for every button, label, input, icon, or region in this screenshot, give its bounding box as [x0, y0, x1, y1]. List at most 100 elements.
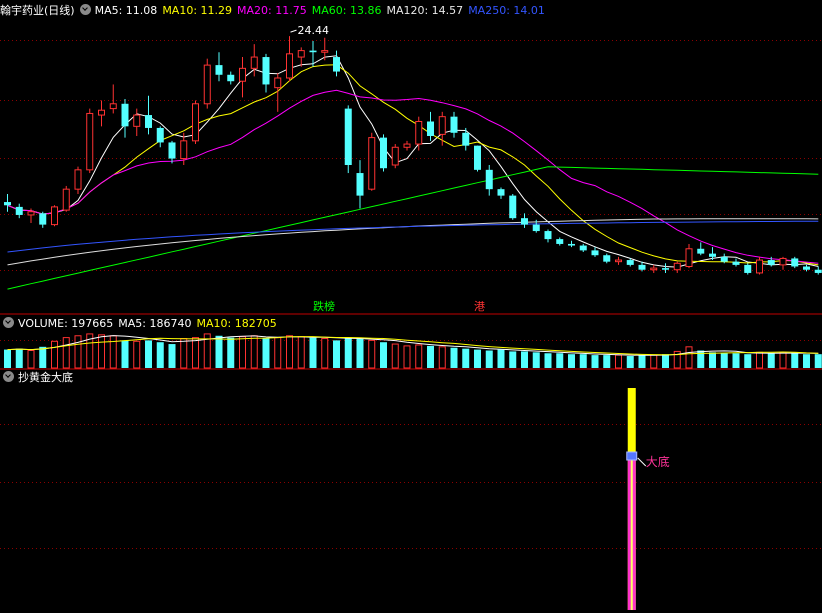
volume-bar	[462, 348, 470, 368]
signal-bar-core	[630, 456, 633, 610]
volume-bar	[391, 343, 399, 369]
candle-body	[791, 258, 799, 267]
volume-bar	[321, 338, 329, 369]
candle-body	[262, 57, 270, 85]
indicator-chevron-icon[interactable]	[3, 371, 14, 382]
volume-bar	[98, 334, 105, 369]
candle-body	[356, 173, 364, 196]
event-tag: 跌榜	[313, 299, 335, 313]
candle-body	[626, 260, 634, 265]
volume-bar	[415, 344, 423, 369]
candle-body	[544, 231, 552, 240]
candle-body	[344, 108, 352, 165]
candle-body	[368, 137, 376, 190]
candle-body	[145, 115, 152, 128]
volume-bar	[109, 335, 117, 369]
candle-body	[121, 103, 129, 127]
candle-body	[615, 259, 622, 263]
volume-bar	[333, 340, 340, 368]
price-panel-header: 翰宇药业(日线) MA5: 11.08 MA10: 11.29 MA20: 11.75…	[0, 3, 555, 19]
ma-legend-item: MA120: 14.57	[386, 4, 464, 17]
kline-chart[interactable]: 24.44 跌榜 港大底	[0, 0, 822, 613]
candle-body	[286, 53, 293, 79]
volume-bar	[662, 354, 669, 368]
volume-bar	[568, 354, 575, 368]
candle-body	[579, 245, 587, 251]
indicator-panel-header: 抄黄金大底	[0, 370, 78, 386]
volume-bar	[356, 338, 364, 368]
candle-body	[380, 137, 387, 169]
volume-bar	[250, 335, 258, 369]
candle-body	[86, 112, 94, 171]
settings-chevron-icon[interactable]	[79, 4, 91, 15]
candle-body	[568, 243, 575, 246]
volume-bar	[309, 337, 317, 368]
volume-bar	[791, 353, 799, 368]
volume-bar	[74, 335, 82, 369]
volume-bar	[274, 337, 282, 369]
volume-bar	[450, 347, 458, 368]
candle-body	[109, 103, 117, 110]
volume-bar	[168, 344, 176, 368]
volume-bar	[427, 345, 434, 368]
candle-body	[51, 206, 58, 226]
volume-bar	[15, 348, 23, 368]
candle-body	[333, 57, 340, 72]
candle-body	[133, 114, 141, 127]
volume-bar	[474, 349, 481, 368]
ma5-line	[7, 55, 819, 268]
candle-body	[250, 56, 258, 69]
candle-body	[814, 269, 822, 273]
candle-body	[180, 140, 188, 160]
candle-body	[485, 169, 493, 190]
volume-bar	[591, 355, 599, 368]
candle-body	[474, 145, 481, 170]
volume-bar	[732, 353, 740, 368]
candle-body	[591, 250, 599, 256]
ma-legend-item: MA250: 14.01	[468, 4, 545, 17]
volume-chevron-icon[interactable]	[3, 317, 14, 328]
candle-body	[415, 121, 423, 145]
candle-body	[203, 64, 211, 105]
candle-body	[215, 65, 223, 75]
volume-bar	[215, 335, 223, 368]
candle-body	[767, 260, 775, 265]
candle-body	[603, 255, 611, 262]
volume-ma5-line	[7, 335, 819, 356]
volume-bar	[756, 351, 763, 369]
ma-legend: MA5: 11.08 MA10: 11.29 MA20: 11.75 MA60: 13…	[95, 4, 550, 17]
volume-bar	[603, 355, 611, 368]
volume-bar	[685, 346, 693, 369]
volume-bar	[344, 337, 352, 368]
volume-bar	[286, 335, 293, 369]
ma-legend-item: MA10: 11.29	[162, 4, 233, 17]
candle-body	[427, 121, 434, 136]
volume-legend-item: MA10: 182705	[196, 317, 277, 330]
candle-body	[15, 206, 23, 215]
candle-body	[321, 50, 329, 53]
volume-bar	[638, 355, 646, 368]
ma20-line	[7, 89, 819, 264]
candle-body	[497, 189, 505, 196]
event-tag: 港	[474, 300, 485, 313]
volume-bar	[156, 342, 164, 368]
candle-body	[62, 188, 70, 211]
volume-bar	[403, 345, 411, 369]
candle-body	[732, 261, 740, 265]
candle-body	[720, 256, 728, 262]
volume-bar	[650, 354, 658, 369]
volume-bar	[615, 354, 622, 369]
ma-legend-item: MA20: 11.75	[237, 4, 307, 17]
candle-body	[27, 211, 35, 216]
stock-title: 翰宇药业(日线)	[0, 4, 75, 17]
volume-bar	[744, 354, 752, 368]
volume-bar	[579, 354, 587, 368]
volume-bar	[814, 354, 822, 368]
volume-bar	[262, 338, 270, 368]
volume-bar	[779, 351, 787, 369]
ma-legend-item: MA60: 13.86	[311, 4, 382, 17]
peak-pointer	[290, 29, 297, 33]
volume-bar	[438, 346, 446, 369]
candle-body	[756, 259, 763, 274]
signal-marker	[626, 451, 638, 461]
